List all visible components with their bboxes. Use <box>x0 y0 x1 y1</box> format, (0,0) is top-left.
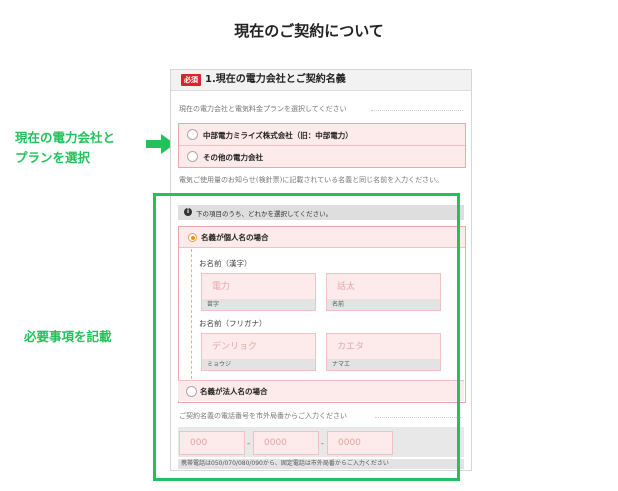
option-chubu[interactable]: 中部電力ミライズ株式会社（旧：中部電力） <box>179 124 465 145</box>
page-title: 現在のご契約について <box>234 22 384 40</box>
company-options: 中部電力ミライズ株式会社（旧：中部電力） その他の電力会社 <box>178 123 466 168</box>
section-title: 1.現在の電力会社とご契約名義 <box>205 74 346 85</box>
highlight-frame <box>153 193 460 481</box>
section-header: 必須 1.現在の電力会社とご契約名義 <box>171 70 471 91</box>
radio-other[interactable] <box>187 151 198 162</box>
callout-line-2: プランを選択 <box>15 150 91 165</box>
radio-chubu[interactable] <box>187 129 198 140</box>
callout-company-select: 現在の電力会社と プランを選択 <box>15 128 115 168</box>
required-badge: 必須 <box>181 74 201 86</box>
company-question: 現在の電力会社と電気料金プランを選択してください <box>179 105 347 113</box>
name-question: 電気ご使用量のお知らせ(検針票)に記載されている名義と同じ名前を入力ください。 <box>179 176 444 184</box>
callout-line-1: 現在の電力会社と <box>15 130 116 145</box>
option-other-label: その他の電力会社 <box>203 153 263 162</box>
callout-required-fill: 必要事項を記載 <box>24 329 112 344</box>
option-chubu-label: 中部電力ミライズ株式会社（旧：中部電力） <box>203 131 353 140</box>
divider <box>371 110 463 111</box>
option-other[interactable]: その他の電力会社 <box>179 145 465 167</box>
